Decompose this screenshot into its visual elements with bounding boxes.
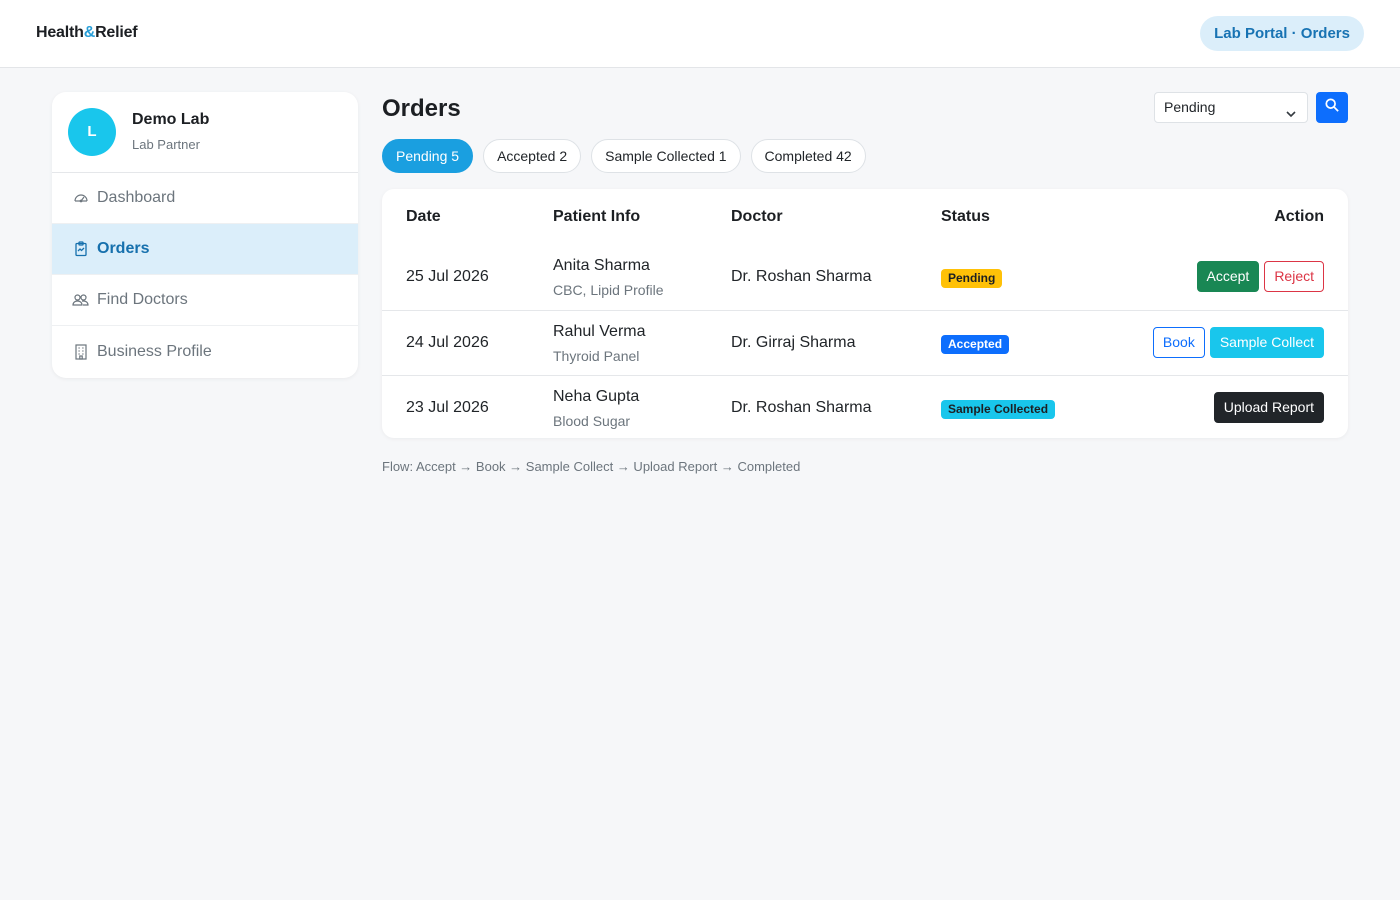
order-date: 25 Jul 2026	[406, 268, 489, 285]
profile-role: Lab Partner	[132, 137, 200, 152]
tab-sample-collected[interactable]: Sample Collected 1	[591, 139, 741, 173]
brand-logo[interactable]: Health&Relief	[36, 24, 138, 42]
sidebar-item-dashboard[interactable]: Dashboard	[52, 173, 358, 224]
brand-text-relief: Relief	[95, 24, 138, 41]
row-actions: Upload Report	[1213, 392, 1324, 423]
column-header-patient: Patient Info	[553, 208, 641, 225]
chevron-down-icon	[1285, 101, 1297, 130]
sidebar-item-label: Find Doctors	[97, 291, 188, 308]
patient-name: Anita Sharma	[553, 257, 650, 274]
sidebar-item-label: Business Profile	[97, 342, 212, 360]
search-icon	[1325, 98, 1339, 117]
patient-tests: CBC, Lipid Profile	[553, 282, 664, 298]
doctor-name: Dr. Girraj Sharma	[731, 334, 856, 351]
tab-pending[interactable]: Pending 5	[382, 139, 474, 173]
speedometer-icon	[72, 190, 89, 207]
page-title: Orders	[382, 95, 461, 122]
people-icon	[72, 292, 89, 309]
column-header-doctor: Doctor	[731, 208, 783, 225]
table-row: 24 Jul 2026 Rahul Verma Thyroid Panel Dr…	[382, 310, 1348, 375]
top-bar: Health&Relief Lab Portal · Orders	[0, 0, 1400, 68]
avatar: L	[68, 108, 116, 156]
portal-badge: Lab Portal · Orders	[1200, 16, 1364, 51]
row-actions: Book Sample Collect	[1152, 327, 1324, 358]
status-badge: Sample Collected	[941, 400, 1056, 419]
doctor-name: Dr. Roshan Sharma	[731, 399, 872, 416]
table-row: 25 Jul 2026 Anita Sharma CBC, Lipid Prof…	[382, 245, 1348, 310]
status-filter-value: Pending	[1164, 99, 1216, 115]
patient-name: Rahul Verma	[553, 323, 646, 340]
search-button[interactable]	[1316, 92, 1348, 123]
table-header: Date Patient Info Doctor Status Action	[382, 189, 1348, 245]
brand-text-amp: &	[83, 24, 96, 41]
building-icon	[72, 343, 89, 360]
sidebar: L Demo Lab Lab Partner Dashboard Orders …	[52, 92, 358, 378]
order-date: 23 Jul 2026	[406, 399, 489, 416]
column-header-date: Date	[406, 208, 441, 225]
workflow-note: Flow: Accept → Book → Sample Collect → U…	[382, 459, 801, 474]
patient-tests: Blood Sugar	[553, 413, 631, 429]
sample-collect-button[interactable]: Sample Collect	[1209, 327, 1324, 358]
sidebar-item-business-profile[interactable]: Business Profile	[52, 326, 358, 377]
patient-name: Neha Gupta	[553, 388, 640, 405]
sidebar-item-label: Dashboard	[97, 189, 176, 206]
order-date: 24 Jul 2026	[406, 334, 489, 351]
table-row: 23 Jul 2026 Neha Gupta Blood Sugar Dr. R…	[382, 375, 1348, 438]
orders-table: Date Patient Info Doctor Status Action 2…	[382, 189, 1348, 438]
status-tabs: Pending 5 Accepted 2 Sample Collected 1 …	[382, 139, 866, 173]
book-button[interactable]: Book	[1152, 327, 1205, 358]
status-badge: Accepted	[941, 335, 1010, 354]
tab-accepted[interactable]: Accepted 2	[483, 139, 582, 173]
column-header-status: Status	[941, 208, 990, 225]
tab-completed[interactable]: Completed 42	[750, 139, 866, 173]
brand-text-health: Health	[36, 24, 84, 41]
patient-tests: Thyroid Panel	[553, 348, 640, 364]
sidebar-item-find-doctors[interactable]: Find Doctors	[52, 275, 358, 326]
reject-button[interactable]: Reject	[1264, 261, 1324, 292]
doctor-name: Dr. Roshan Sharma	[731, 268, 872, 285]
row-actions: Accept Reject	[1196, 261, 1324, 292]
column-header-action: Action	[1274, 208, 1324, 225]
sidebar-item-label: Orders	[97, 240, 150, 257]
status-badge: Pending	[941, 269, 1003, 288]
status-filter-select[interactable]: Pending	[1154, 92, 1308, 123]
profile-name: Demo Lab	[132, 111, 210, 128]
clipboard-icon	[72, 241, 89, 258]
profile-card: L Demo Lab Lab Partner	[52, 92, 358, 173]
upload-report-button[interactable]: Upload Report	[1213, 392, 1324, 423]
sidebar-item-orders[interactable]: Orders	[52, 224, 358, 275]
accept-button[interactable]: Accept	[1196, 261, 1260, 292]
